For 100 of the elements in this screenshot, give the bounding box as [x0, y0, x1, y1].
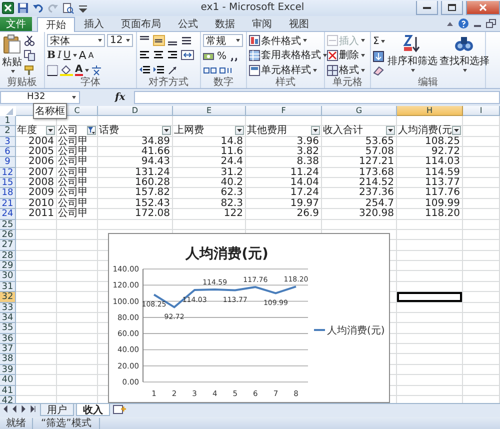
column-heading: 收入合计	[323, 126, 363, 136]
window-title: ex1 - Microsoft Excel	[200, 2, 304, 14]
table-cell: 2004	[16, 136, 57, 147]
row-header[interactable]: 37	[0, 344, 16, 354]
format-cells-button[interactable]: 格式	[327, 64, 365, 77]
column-heading: 其他费用	[247, 126, 287, 136]
shrink-font-button[interactable]: A	[88, 48, 94, 62]
sheet-tab[interactable]: 用户	[40, 404, 74, 416]
row-header[interactable]: 9	[0, 157, 16, 168]
italic-button[interactable]: I	[57, 48, 62, 62]
font-color-button[interactable]: A	[75, 64, 89, 77]
table-cell: 172.08	[98, 209, 173, 220]
bold-button[interactable]: B	[47, 48, 56, 62]
conditional-format-button[interactable]: 条件格式	[249, 34, 327, 48]
find-select-button[interactable]: 查找和选择	[439, 34, 490, 77]
table-cell: 19.97	[246, 198, 322, 210]
row-header[interactable]: 6	[0, 146, 16, 158]
underline-button[interactable]: U	[63, 48, 77, 62]
row-header[interactable]: 28	[0, 250, 16, 262]
row-header[interactable]: 29	[0, 261, 16, 272]
ribbon-tab[interactable]: 页面布局	[113, 16, 169, 31]
table-cell: 57.08	[322, 146, 397, 158]
delete-cells-button[interactable]: 删除	[327, 48, 365, 62]
column-header[interactable]: I	[463, 106, 500, 116]
chart-title: 人均消费(元)	[186, 246, 268, 262]
sheet-tab[interactable]: 收入	[76, 404, 110, 416]
number-format-field[interactable]: 常规	[203, 34, 243, 48]
table-cell: 31.2	[173, 168, 246, 178]
row-header[interactable]: 24	[0, 209, 16, 220]
table-cell: 2006	[16, 157, 57, 168]
ribbon-tab[interactable]: 审阅	[244, 16, 280, 31]
table-cell: 114.03	[397, 157, 463, 168]
ribbon-tab[interactable]: 插入	[76, 16, 112, 31]
name-box[interactable]: H32	[0, 90, 80, 104]
ribbon-tab[interactable]: 公式	[170, 16, 206, 31]
row-header[interactable]: 39	[0, 364, 16, 376]
autosum-button[interactable]: Σ	[373, 34, 386, 48]
table-cell: 公司甲	[57, 136, 98, 147]
row-header[interactable]: 21	[0, 198, 16, 210]
table-cell: 17.24	[246, 188, 322, 199]
row-header[interactable]: 1	[0, 116, 16, 126]
table-cell: 118.20	[397, 209, 463, 220]
column-header[interactable]: E	[173, 106, 246, 116]
column-header[interactable]: H	[397, 106, 463, 116]
row-header[interactable]: 41	[0, 386, 16, 396]
column-heading: 公司	[58, 126, 78, 136]
table-cell: 152.43	[98, 198, 173, 210]
row-header[interactable]: 25	[0, 220, 16, 230]
column-header[interactable]: D	[98, 106, 173, 116]
column-header[interactable]: G	[322, 106, 397, 116]
grow-font-button[interactable]: A	[78, 48, 86, 62]
ribbon-tab[interactable]: 视图	[281, 16, 317, 31]
table-cell: 2005	[16, 146, 57, 158]
row-header[interactable]: 26	[0, 230, 16, 240]
column-header[interactable]: F	[246, 106, 322, 116]
table-cell: 254.7	[322, 198, 397, 210]
table-cell: 40.2	[173, 178, 246, 188]
table-cell: 3.96	[246, 136, 322, 147]
group-label: 字体	[80, 76, 102, 88]
row-header[interactable]: 32	[0, 292, 16, 303]
row-header[interactable]: 38	[0, 354, 16, 365]
table-cell: 2010	[16, 198, 57, 210]
table-cell: 122	[173, 209, 246, 220]
font-name-field[interactable]: 宋体	[47, 34, 105, 48]
row-header[interactable]: 33	[0, 302, 16, 313]
font-size-field[interactable]: 12	[107, 34, 133, 48]
column-heading: 话费	[99, 126, 119, 136]
row-header[interactable]: 2	[0, 126, 16, 137]
sort-filter-button[interactable]: 排序和筛选	[387, 34, 438, 77]
row-header[interactable]: 40	[0, 375, 16, 386]
row-header[interactable]: 3	[0, 136, 16, 147]
row-header[interactable]: 15	[0, 178, 16, 188]
ribbon-tab[interactable]: 开始	[37, 16, 75, 32]
table-cell: 94.43	[98, 157, 173, 168]
table-cell: 2008	[16, 178, 57, 188]
ribbon-tab[interactable]: 数据	[207, 16, 243, 31]
group-label: 编辑	[417, 76, 439, 88]
row-header[interactable]: 35	[0, 323, 16, 334]
table-cell: 127.21	[322, 157, 397, 168]
table-cell: 131.24	[98, 168, 173, 178]
paste-button[interactable]: 粘贴	[2, 34, 22, 77]
table-cell: 173.68	[322, 168, 397, 178]
table-cell: 公司甲	[57, 178, 98, 188]
table-cell: 14.04	[246, 178, 322, 188]
table-cell: 160.28	[98, 178, 173, 188]
row-header[interactable]: 31	[0, 282, 16, 292]
row-header[interactable]: 12	[0, 168, 16, 178]
row-header[interactable]: 36	[0, 334, 16, 344]
percent-button[interactable]: %	[217, 50, 227, 63]
table-cell: 11.24	[246, 168, 322, 178]
table-cell: 公司甲	[57, 146, 98, 158]
column-heading: 上网费	[174, 126, 204, 136]
table-cell: 3.82	[246, 146, 322, 158]
row-header[interactable]: 30	[0, 271, 16, 282]
row-header[interactable]: 27	[0, 240, 16, 251]
row-header[interactable]: 18	[0, 188, 16, 199]
insert-function-button[interactable]: fx	[109, 92, 132, 103]
ribbon-tab[interactable]: 文件	[0, 16, 32, 31]
cell-style-button[interactable]: 单元格样式	[249, 64, 327, 77]
row-header[interactable]: 34	[0, 312, 16, 324]
